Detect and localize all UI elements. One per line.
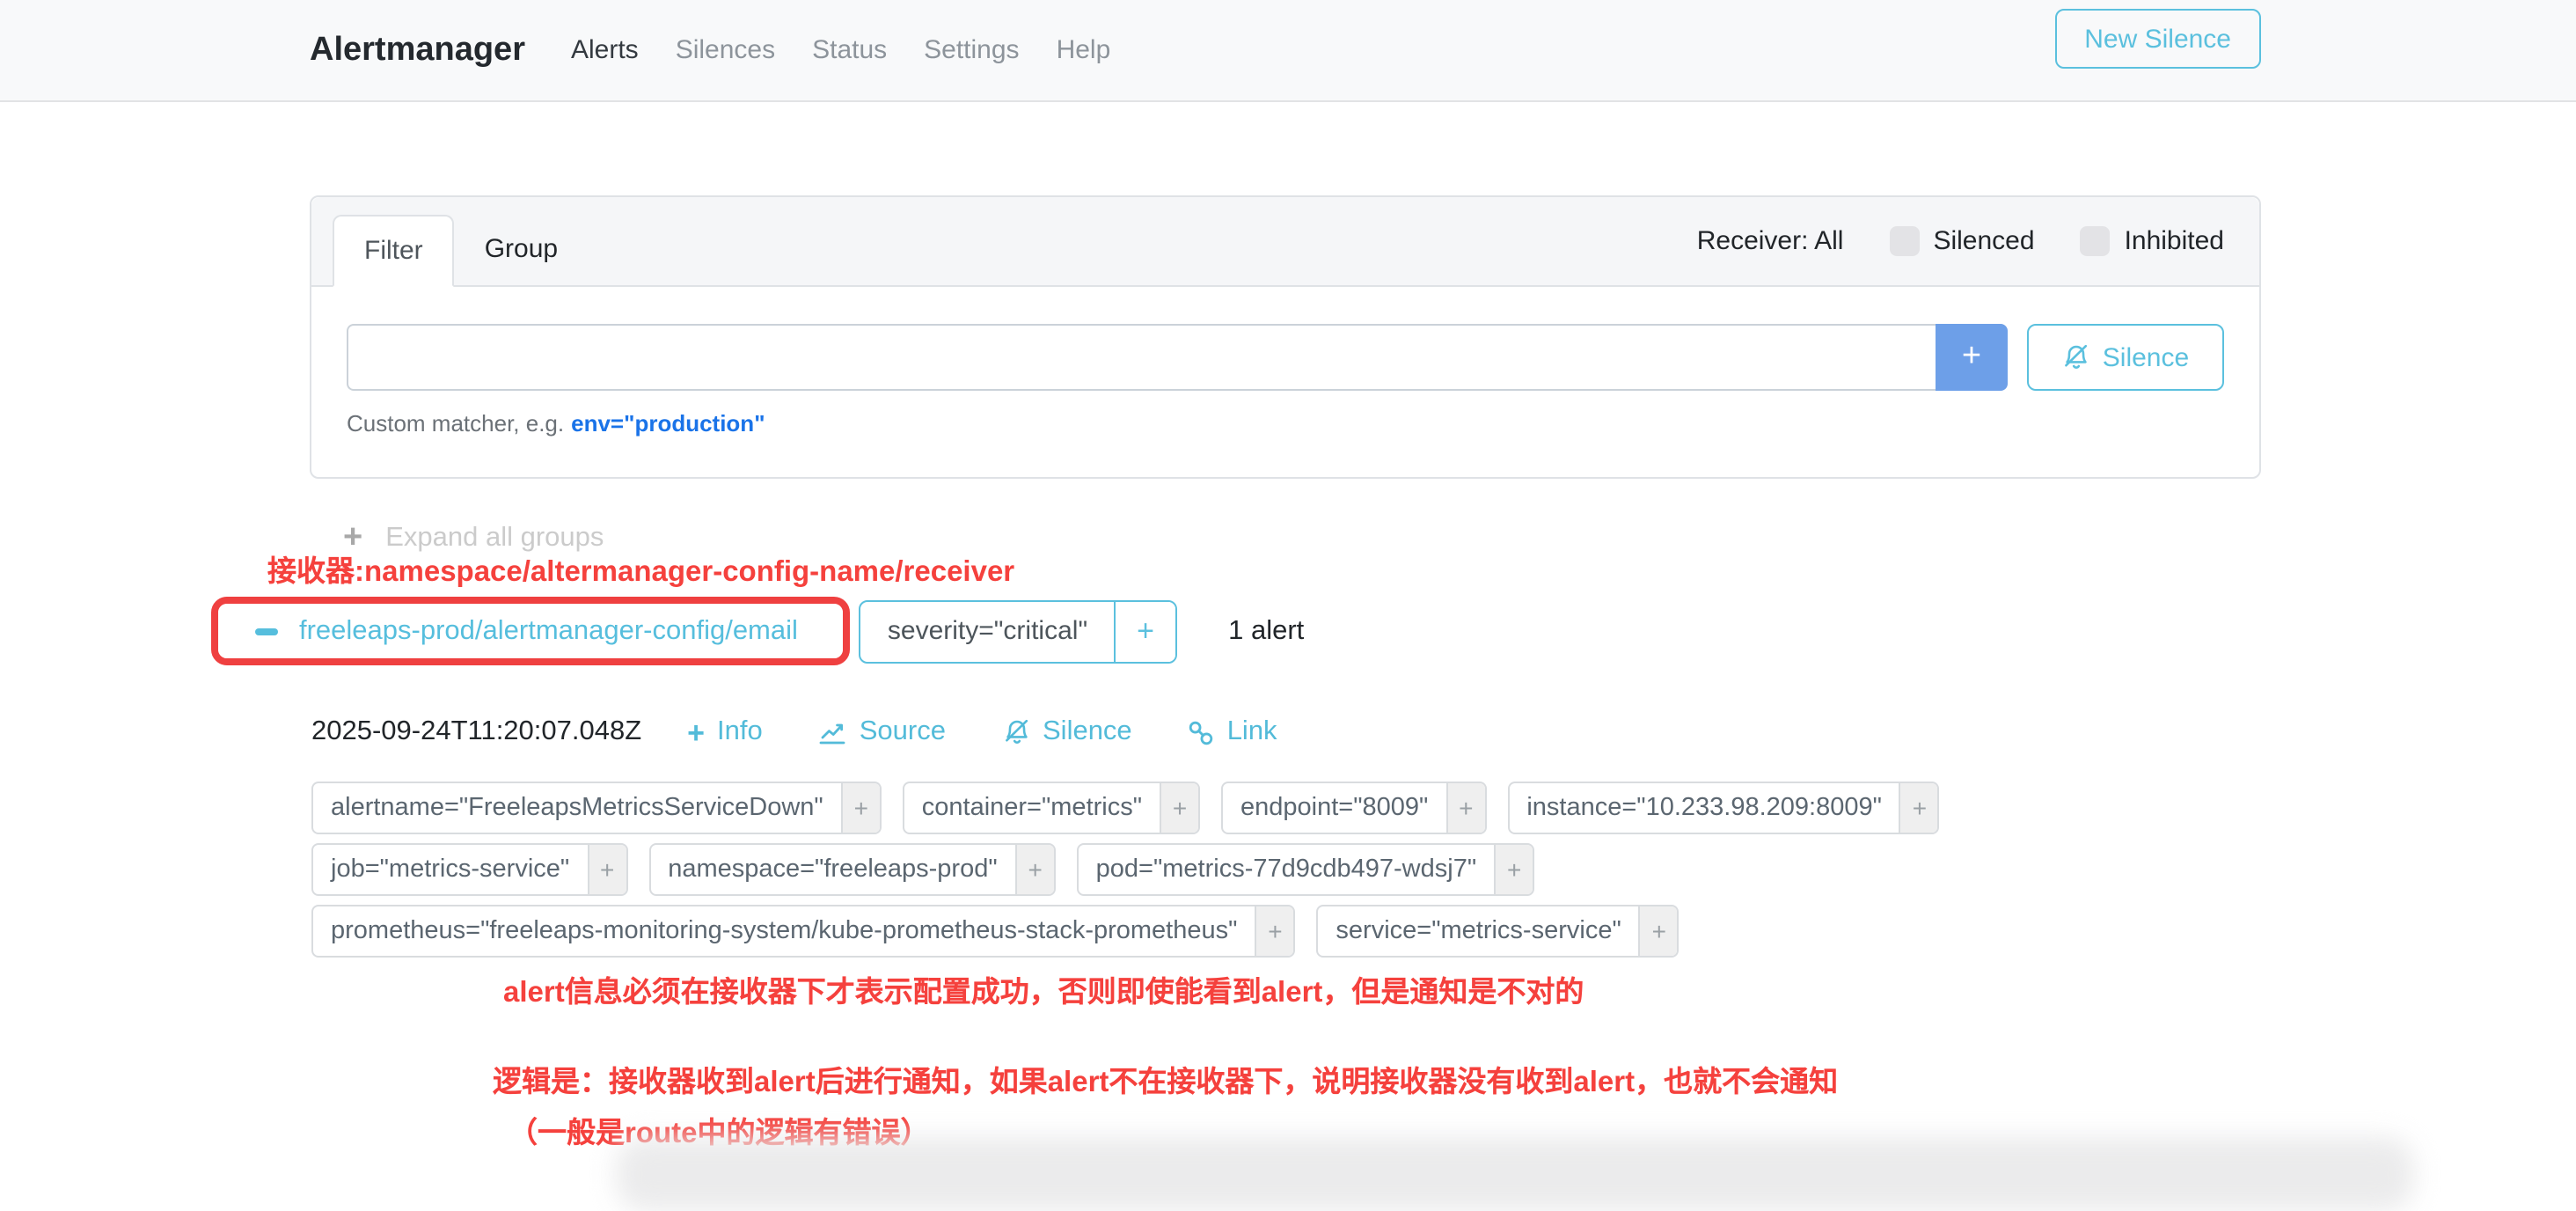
filter-panel-body: + Silence Custom matcher, e.g. env="produ… <box>311 287 2259 477</box>
app-brand[interactable]: Alertmanager <box>310 31 525 70</box>
nav-silences[interactable]: Silences <box>676 35 775 65</box>
matcher-example-link[interactable]: env="production" <box>571 410 765 437</box>
plus-icon: + <box>1028 855 1042 884</box>
alert-count: 1 alert <box>1228 615 1304 647</box>
receiver-filter-dropdown[interactable]: Receiver: All <box>1697 226 1844 256</box>
label-matcher: alertname="FreeleapsMetricsServiceDown" … <box>311 782 882 834</box>
annotation-logic-note-line1: 逻辑是：接收器收到alert后进行通知，如果alert不在接收器下，说明接收器没… <box>493 1058 2261 1100</box>
label-matcher: namespace="freeleaps-prod" + <box>648 843 1055 896</box>
filter-panel-header: Filter Group Receiver: All Silenced Inhi… <box>311 197 2259 287</box>
hint-text: Custom matcher, e.g. <box>347 410 564 437</box>
label-matcher: instance="10.233.98.209:8009" + <box>1507 782 1940 834</box>
checkbox-unchecked-icon[interactable] <box>1889 226 1919 256</box>
group-matcher-chip: severity="critical" + <box>860 599 1177 663</box>
plus-icon: + <box>854 794 868 822</box>
checkbox-unchecked-icon[interactable] <box>2081 226 2111 256</box>
alert-timestamp: 2025-09-24T11:20:07.048Z <box>311 716 641 748</box>
label-matcher: container="metrics" + <box>903 782 1200 834</box>
receiver-group-name: freeleaps-prod/alertmanager-config/email <box>299 615 798 647</box>
tab-filter[interactable]: Filter <box>333 215 455 287</box>
plus-icon: + <box>1137 613 1154 647</box>
label-matcher: endpoint="8009" + <box>1221 782 1486 834</box>
plus-icon: + <box>1962 338 1981 375</box>
group-matcher-label: severity="critical" <box>861 601 1114 661</box>
link-action[interactable]: Link <box>1189 716 1277 748</box>
add-label-filter-button[interactable]: + <box>1445 783 1484 833</box>
add-group-matcher-button[interactable]: + <box>1114 601 1175 661</box>
chart-line-icon <box>819 718 847 746</box>
nav-status[interactable]: Status <box>812 35 887 65</box>
link-icon <box>1189 719 1215 745</box>
add-label-filter-button[interactable]: + <box>1639 906 1678 956</box>
label-matcher: service="metrics-service" + <box>1316 905 1679 958</box>
annotation-alert-note: alert信息必须在接收器下才表示配置成功，否则即使能看到alert，但是通知是… <box>503 968 2261 1010</box>
plus-icon: + <box>1913 794 1927 822</box>
annotation-red-box: freeleaps-prod/alertmanager-config/email <box>211 597 851 665</box>
filter-panel: Filter Group Receiver: All Silenced Inhi… <box>310 195 2261 479</box>
alert-item: 2025-09-24T11:20:07.048Z + Info Source <box>311 716 2261 1010</box>
silence-action[interactable]: Silence <box>1002 716 1132 748</box>
receiver-group-row: freeleaps-prod/alertmanager-config/email… <box>211 597 2261 665</box>
plus-icon: + <box>1173 794 1187 822</box>
add-label-filter-button[interactable]: + <box>1899 783 1938 833</box>
info-action[interactable]: + Info <box>687 716 763 748</box>
nav-settings[interactable]: Settings <box>924 35 1019 65</box>
silenced-checkbox[interactable]: Silenced <box>1889 226 2034 256</box>
silence-button-label: Silence <box>2103 342 2189 372</box>
plus-icon: + <box>687 717 705 747</box>
bell-slash-icon <box>2062 343 2090 371</box>
label-matcher: job="metrics-service" + <box>311 843 627 896</box>
add-label-filter-button[interactable]: + <box>1015 845 1054 894</box>
filter-tabs: Filter Group <box>333 215 588 287</box>
add-label-filter-button[interactable]: + <box>1160 783 1198 833</box>
add-label-filter-button[interactable]: + <box>1255 906 1293 956</box>
label-matcher: pod="metrics-77d9cdb497-wdsj7" + <box>1077 843 1534 896</box>
bell-slash-icon <box>1002 718 1030 746</box>
filter-header-controls: Receiver: All Silenced Inhibited <box>1697 226 2224 256</box>
silence-action-label: Silence <box>1043 716 1132 748</box>
plus-icon: + <box>600 855 614 884</box>
add-label-filter-button[interactable]: + <box>841 783 880 833</box>
add-label-filter-button[interactable]: + <box>1494 845 1533 894</box>
plus-icon: + <box>1459 794 1473 822</box>
info-action-label: Info <box>717 716 763 748</box>
plus-icon: + <box>1268 917 1282 945</box>
link-action-label: Link <box>1227 716 1277 748</box>
inhibited-checkbox-label: Inhibited <box>2125 226 2224 256</box>
nav-help[interactable]: Help <box>1057 35 1111 65</box>
new-silence-button[interactable]: New Silence <box>2054 9 2261 69</box>
source-action[interactable]: Source <box>819 716 946 748</box>
plus-icon: + <box>1652 917 1666 945</box>
matcher-input[interactable] <box>347 324 1936 391</box>
nav-alerts[interactable]: Alerts <box>571 35 639 65</box>
label-matcher: prometheus="freeleaps-monitoring-system/… <box>311 905 1295 958</box>
navbar: Alertmanager Alerts Silences Status Sett… <box>0 0 2576 102</box>
alert-labels: alertname="FreeleapsMetricsServiceDown" … <box>311 782 2261 958</box>
annotation-receiver-note: 接收器:namespace/altermanager-config-name/r… <box>267 547 1014 590</box>
main-nav: Alerts Silences Status Settings Help <box>571 35 1110 65</box>
add-label-filter-button[interactable]: + <box>587 845 626 894</box>
source-action-label: Source <box>860 716 946 748</box>
receiver-group-button[interactable]: freeleaps-prod/alertmanager-config/email <box>218 604 844 658</box>
inhibited-checkbox[interactable]: Inhibited <box>2081 226 2224 256</box>
silenced-checkbox-label: Silenced <box>1933 226 2034 256</box>
window-shadow-artifact <box>616 1137 2414 1211</box>
tab-group[interactable]: Group <box>455 215 588 287</box>
silence-button[interactable]: Silence <box>2027 324 2224 391</box>
add-matcher-button[interactable]: + <box>1936 324 2008 391</box>
custom-matcher-hint: Custom matcher, e.g. env="production" <box>347 410 2224 437</box>
plus-icon: + <box>1507 855 1521 884</box>
collapse-minus-icon <box>255 628 278 635</box>
